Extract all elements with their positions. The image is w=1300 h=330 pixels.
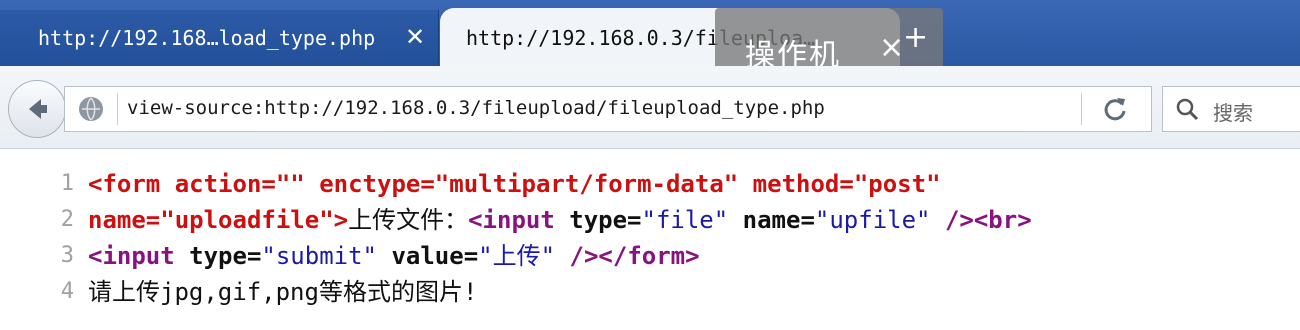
close-tab-icon[interactable]: ×: [879, 30, 904, 65]
type-attr: type=: [554, 206, 642, 234]
upload-label-text: 上传文件：: [348, 206, 469, 234]
form-open-tag: <form: [88, 170, 161, 198]
source-code: <form action="" enctype="multipart/form-…: [88, 166, 941, 202]
br-tag: <br>: [973, 206, 1032, 234]
url-separator: [1081, 93, 1082, 125]
form-tag-close: >: [333, 206, 349, 234]
tab-fileupload-type-inactive[interactable]: http://192.168…load_type.php ✕: [0, 10, 439, 66]
line-number: 2: [60, 207, 74, 232]
source-line: 4 请上传jpg,gif,png等格式的图片!: [0, 274, 1300, 310]
navigation-bar: view-source:http://192.168.0.3/fileuploa…: [0, 66, 1300, 149]
source-code: 请上传jpg,gif,png等格式的图片!: [88, 278, 478, 306]
line-number: 3: [60, 243, 74, 268]
new-tab-icon[interactable]: +: [903, 20, 928, 55]
source-code: name="uploadfile">上传文件：<input type="file…: [88, 202, 1032, 238]
globe-icon: [79, 97, 103, 121]
input-open-tag: <input: [468, 206, 555, 234]
type-value: "file": [641, 206, 729, 234]
search-placeholder: 搜索: [1213, 101, 1253, 125]
close-icon[interactable]: ✕: [402, 24, 428, 50]
line-number: 1: [60, 171, 74, 196]
input-open-tag: <input: [88, 242, 175, 270]
name-attr: name=: [728, 206, 815, 234]
reload-icon[interactable]: [1101, 95, 1129, 123]
type-value: "submit": [261, 242, 377, 270]
self-close: />: [930, 206, 974, 234]
address-bar[interactable]: view-source:http://192.168.0.3/fileuploa…: [64, 86, 1152, 132]
search-box[interactable]: 搜索: [1162, 86, 1300, 132]
name-value: "uploadfile": [160, 206, 334, 234]
enctype-value: "multipart/form-data": [434, 170, 739, 198]
tab-strip: http://192.168…load_type.php ✕ http://19…: [0, 0, 1300, 70]
line-number: 4: [60, 279, 74, 304]
method-value: "post": [853, 170, 941, 198]
value-attr: value=: [377, 242, 479, 270]
search-icon: [1176, 98, 1199, 121]
source-view: 1 <form action="" enctype="multipart/for…: [0, 160, 1300, 330]
url-text[interactable]: view-source:http://192.168.0.3/fileuploa…: [127, 97, 825, 119]
source-line: 2 name="uploadfile">上传文件：<input type="fi…: [0, 202, 1300, 238]
value-value: "上传": [478, 242, 556, 270]
type-attr: type=: [174, 242, 262, 270]
back-arrow-icon: [29, 99, 47, 119]
form-close-tag: </form>: [598, 242, 700, 270]
name-value: "upfile": [814, 206, 931, 234]
tab-title: http://192.168…load_type.php: [38, 26, 376, 50]
source-code: <input type="submit" value="上传" /></form…: [88, 238, 700, 274]
action-attr: action=: [160, 170, 276, 198]
source-line: 1 <form action="" enctype="multipart/for…: [0, 166, 1300, 202]
self-close: />: [555, 242, 599, 270]
action-value: "": [275, 170, 305, 198]
enctype-attr: enctype=: [304, 170, 435, 198]
back-button[interactable]: [8, 80, 66, 138]
name-attr: name=: [88, 206, 161, 234]
method-attr: method=: [738, 170, 854, 198]
url-divider: [117, 93, 118, 125]
source-line: 3 <input type="submit" value="上传" /></fo…: [0, 238, 1300, 274]
